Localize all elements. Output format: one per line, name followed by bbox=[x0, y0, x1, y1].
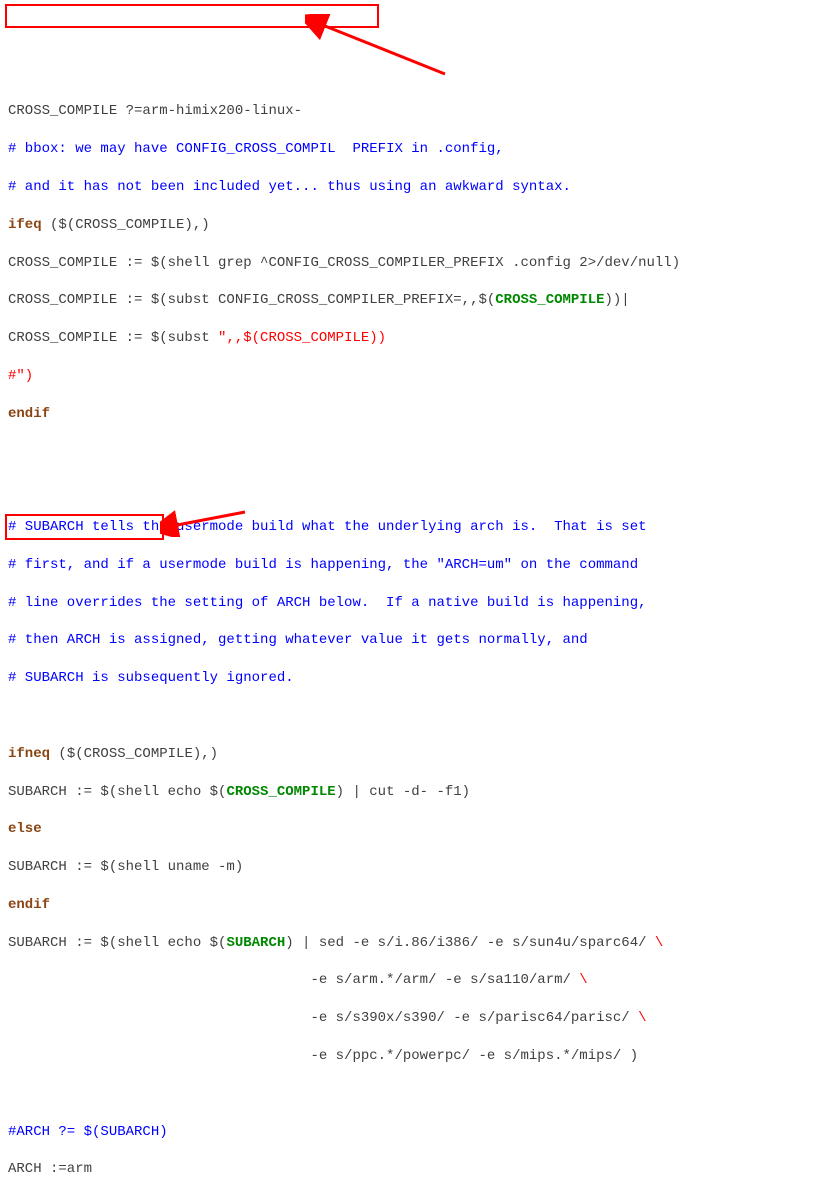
comment: PREFIX in .config, bbox=[336, 141, 504, 157]
code-text: -e s/s390x/s390/ -e s/parisc64/parisc/ bbox=[8, 1010, 638, 1026]
code-text: ($(CROSS_COMPILE),) bbox=[50, 746, 218, 762]
code-text: -e s/arm.*/arm/ -e s/sa110/arm/ bbox=[8, 972, 579, 988]
keyword: endif bbox=[8, 897, 50, 913]
code-text: SUBARCH := $(shell echo $( bbox=[8, 935, 226, 951]
code-text: ))| bbox=[605, 292, 630, 308]
variable: CROSS_COMPILE bbox=[226, 784, 335, 800]
variable: SUBARCH bbox=[226, 935, 285, 951]
comment: # line overrides the setting of ARCH bel… bbox=[8, 595, 647, 611]
comment: # then ARCH is assigned, getting whateve… bbox=[8, 632, 588, 648]
keyword: ifeq bbox=[8, 217, 42, 233]
string: ",,$(CROSS_COMPILE)) bbox=[218, 330, 386, 346]
comment: # SUBARCH is subsequently ignored. bbox=[8, 670, 294, 686]
keyword: ifneq bbox=[8, 746, 50, 762]
highlight-box-top bbox=[5, 4, 379, 28]
keyword: else bbox=[8, 821, 42, 837]
string: #") bbox=[8, 368, 33, 384]
code-text: ) | sed -e s/i.86/i386/ -e s/sun4u/sparc… bbox=[285, 935, 655, 951]
keyword: endif bbox=[8, 406, 50, 422]
comment: #ARCH ?= $(SUBARCH) bbox=[8, 1124, 168, 1140]
continuation: \ bbox=[638, 1010, 646, 1026]
arrow-top-icon bbox=[305, 14, 455, 79]
comment: # SUBARCH tells the usermode build what … bbox=[8, 519, 647, 535]
code-text: SUBARCH := $(shell echo $( bbox=[8, 784, 226, 800]
code-line: CROSS_COMPILE ?=arm-himix200-linux- bbox=[8, 103, 302, 119]
code-line: -e s/ppc.*/powerpc/ -e s/mips.*/mips/ ) bbox=[8, 1048, 638, 1064]
code-line: SUBARCH := $(shell uname -m) bbox=[8, 859, 243, 875]
code-block: CROSS_COMPILE ?=arm-himix200-linux- # bb… bbox=[8, 84, 810, 1198]
comment: # bbox: we may have CONFIG_CROSS_COMPIL bbox=[8, 141, 336, 157]
variable: CROSS_COMPILE bbox=[495, 292, 604, 308]
code-text: ($(CROSS_COMPILE),) bbox=[42, 217, 210, 233]
comment: # first, and if a usermode build is happ… bbox=[8, 557, 638, 573]
code-line: CROSS_COMPILE := $(shell grep ^CONFIG_CR… bbox=[8, 255, 680, 271]
continuation: \ bbox=[579, 972, 587, 988]
code-text: CROSS_COMPILE := $(subst bbox=[8, 330, 218, 346]
comment: # and it has not been included yet... th… bbox=[8, 179, 571, 195]
code-text: CROSS_COMPILE := $(subst CONFIG_CROSS_CO… bbox=[8, 292, 495, 308]
code-text: ) | cut -d- -f1) bbox=[336, 784, 470, 800]
code-line: ARCH :=arm bbox=[8, 1161, 92, 1177]
continuation: \ bbox=[655, 935, 663, 951]
